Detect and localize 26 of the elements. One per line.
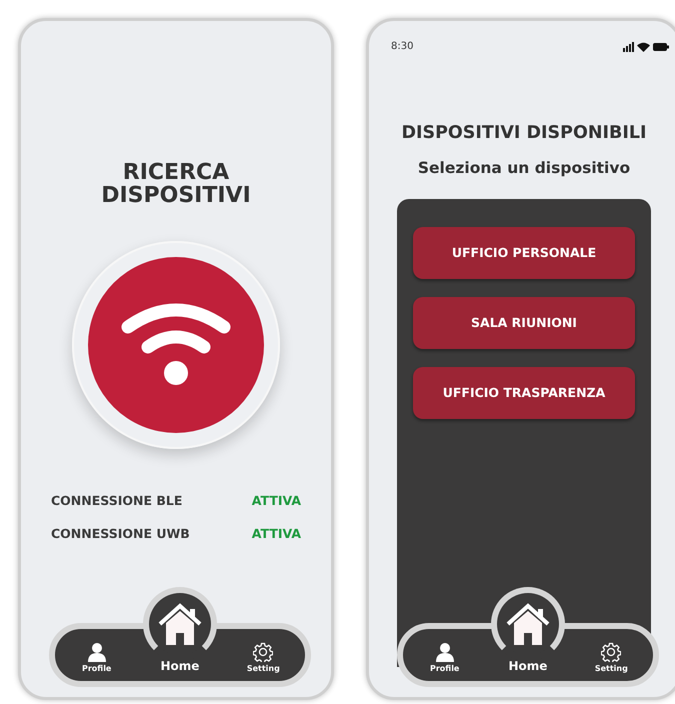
person-icon (434, 642, 455, 662)
settings-icon (253, 642, 274, 662)
battery-icon (653, 42, 669, 50)
nav-tab[interactable]: Setting (581, 642, 642, 673)
nav-tab[interactable]: Home (498, 659, 558, 673)
device-button[interactable]: SALA RIUNIONI (413, 296, 635, 349)
settings-icon (601, 642, 622, 662)
signal-icon (623, 42, 634, 52)
connection-label: CONNESSIONE UWB (51, 526, 190, 542)
nav-tab[interactable]: Setting (233, 642, 294, 673)
status-time: 8:30 (391, 41, 414, 52)
nav-tab[interactable]: Profile (414, 642, 475, 673)
nav-tab[interactable]: Home (150, 659, 210, 673)
nav-tab[interactable]: Profile (66, 642, 127, 673)
house-icon (506, 603, 550, 645)
person-icon (86, 642, 107, 662)
screen-title: RICERCA DISPOSITIVI (100, 161, 252, 208)
screen-title: DISPOSITIVI DISPONIBILI (401, 124, 647, 142)
device-button[interactable]: UFFICIO PERSONALE (413, 226, 635, 279)
connection-label: CONNESSIONE BLE (51, 493, 182, 508)
connection-status: ATTIVA (252, 493, 301, 508)
screen-subtitle: Seleziona un dispositivo (418, 160, 630, 177)
device-button[interactable]: UFFICIO TRASPARENZA (413, 366, 635, 419)
wifi-icon (637, 42, 650, 52)
house-icon (158, 603, 202, 645)
connection-status: ATTIVA (252, 526, 301, 542)
